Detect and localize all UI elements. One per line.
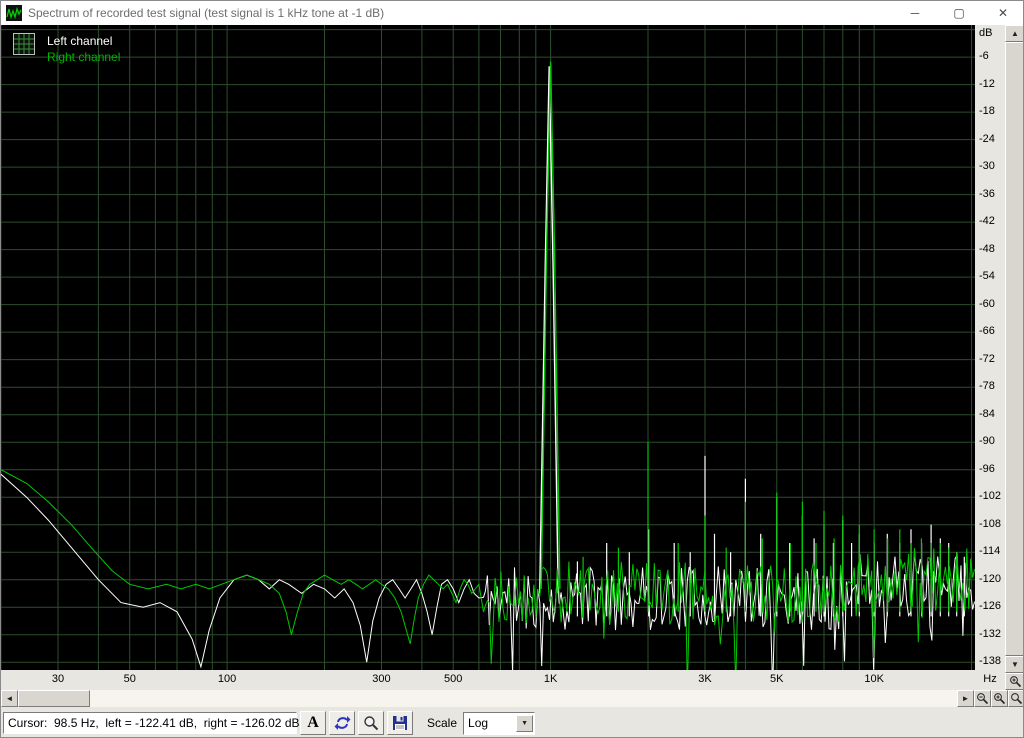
x-axis-tick-label: 10K [864, 673, 884, 685]
zoom-in-icon [1009, 676, 1021, 688]
x-axis-tick-label: 300 [372, 673, 391, 685]
legend: Left channel Right channel [13, 33, 120, 65]
y-axis-tick-label: -36 [979, 187, 995, 200]
spectrum-canvas[interactable] [1, 25, 975, 670]
horizontal-scroll-track[interactable] [90, 690, 957, 707]
refresh-icon [334, 716, 350, 730]
y-axis-tick-label: -120 [979, 572, 1002, 585]
vertical-scroll-thumb[interactable] [1005, 42, 1023, 656]
legend-right-channel-label: Right channel [47, 50, 121, 64]
x-axis-tick-label: 100 [217, 673, 237, 685]
x-axis-tick-label: 3K [698, 673, 712, 685]
legend-grid-icon [13, 33, 35, 55]
y-axis-tick-label: -84 [979, 407, 995, 420]
window-title: Spectrum of recorded test signal (test s… [28, 6, 385, 20]
y-axis-tick-label: -108 [979, 517, 1002, 530]
save-button[interactable] [387, 711, 413, 735]
zoom-out-icon [977, 693, 989, 705]
zoom-in-y-button[interactable] [1005, 673, 1023, 690]
font-button[interactable]: A [300, 711, 326, 735]
zoom-tool-button[interactable] [358, 711, 384, 735]
y-axis-tick-label: -114 [979, 545, 1001, 558]
title-bar: Spectrum of recorded test signal (test s… [1, 1, 1023, 25]
horizontal-scrollbar[interactable]: ◄ ► [1, 690, 1023, 707]
y-axis-labels: dB -6 -12 -18 -24 -30 -36 -42 -48 -54 -60 -66 -72 -78… [975, 25, 1005, 670]
y-axis-tick-label: -30 [979, 160, 995, 173]
y-axis-tick-label: -90 [979, 435, 995, 448]
y-axis-tick-label: -96 [979, 462, 995, 475]
close-button[interactable]: ✕ [981, 1, 1023, 25]
y-axis-tick-label: -48 [979, 242, 995, 255]
legend-left-channel-label: Left channel [47, 34, 113, 48]
scroll-left-button[interactable]: ◄ [1, 690, 18, 707]
y-axis-tick-label: -102 [979, 490, 1002, 503]
y-axis-tick-label: -138 [979, 655, 1002, 668]
y-axis-tick-label: -72 [979, 352, 995, 365]
y-axis-tick-label: -66 [979, 325, 995, 338]
y-axis-tick-label: -60 [979, 297, 995, 310]
zoom-out-x-button[interactable] [974, 690, 991, 707]
status-bar: Cursor: 98.5 Hz, left = -122.41 dB, righ… [1, 707, 1023, 737]
y-axis-tick-label: -78 [979, 380, 995, 393]
x-axis-tick-label: 50 [123, 673, 136, 685]
spectrum-plot[interactable]: Left channel Right channel [1, 25, 975, 670]
x-axis-tick-label: 1K [543, 673, 558, 685]
refresh-button[interactable] [329, 711, 355, 735]
app-icon [6, 5, 22, 21]
y-axis-tick-label: -126 [979, 600, 1002, 613]
cursor-readout: Cursor: 98.5 Hz, left = -122.41 dB, righ… [3, 712, 300, 734]
scroll-down-button[interactable]: ▼ [1005, 656, 1023, 673]
x-axis-tick-label: 500 [444, 673, 463, 685]
y-axis-tick-label: -6 [979, 50, 989, 63]
y-axis-tick-label: -54 [979, 270, 995, 283]
scale-dropdown[interactable]: Log ▼ [463, 711, 536, 735]
maximize-button[interactable]: ▢ [937, 1, 981, 25]
minimize-button[interactable]: ─ [893, 1, 937, 25]
y-axis-tick-label: -24 [979, 132, 995, 145]
horizontal-scroll-thumb[interactable] [18, 690, 90, 707]
zoom-reset-button[interactable] [1008, 690, 1023, 707]
dropdown-arrow-icon[interactable]: ▼ [516, 714, 534, 732]
zoom-in-x-button[interactable] [991, 690, 1008, 707]
y-axis-tick-label: -42 [979, 215, 995, 228]
scale-dropdown-value: Log [468, 716, 489, 730]
y-axis-tick-label: -18 [979, 105, 995, 118]
x-axis-unit-label: Hz [983, 673, 997, 685]
y-axis-tick-label: -12 [979, 77, 995, 90]
magnifier-icon [364, 716, 379, 731]
x-axis-labels: 30 50 100 300 500 1K 3K 5K 10K Hz [1, 670, 1005, 690]
save-icon [393, 716, 407, 730]
app-window: Spectrum of recorded test signal (test s… [0, 0, 1024, 738]
scroll-up-button[interactable]: ▲ [1005, 25, 1023, 42]
font-button-label: A [307, 714, 319, 731]
magnifier-icon [1011, 693, 1023, 705]
x-axis-tick-label: 5K [770, 673, 784, 685]
y-axis-unit-label: dB [979, 27, 993, 39]
scroll-right-button[interactable]: ► [957, 690, 974, 707]
x-axis-tick-label: 30 [51, 673, 65, 685]
scale-label: Scale [427, 716, 458, 730]
zoom-in-icon [994, 693, 1006, 705]
vertical-scrollbar[interactable]: ▲ ▼ [1005, 25, 1023, 690]
y-axis-tick-label: -132 [979, 627, 1002, 640]
